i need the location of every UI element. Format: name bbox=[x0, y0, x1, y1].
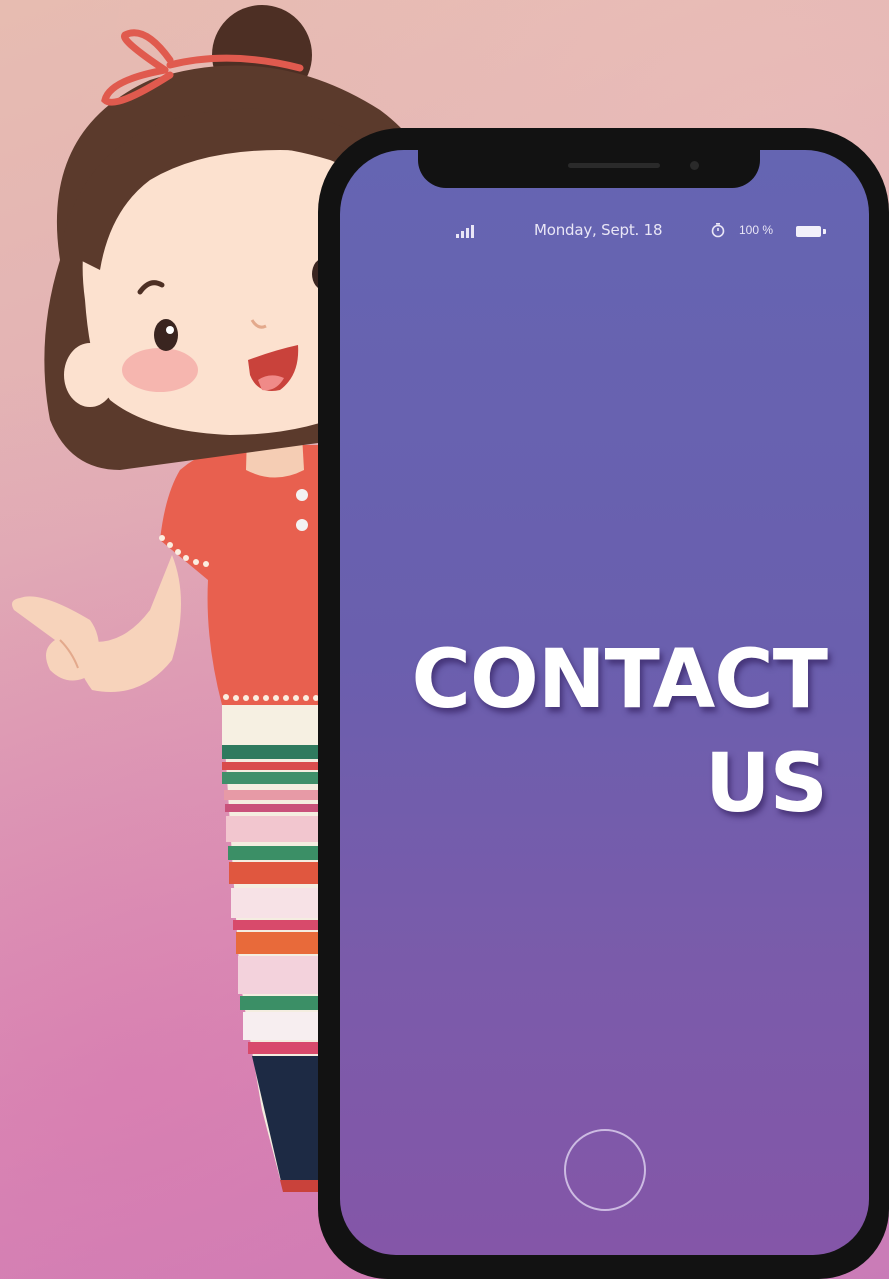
battery-icon bbox=[796, 226, 826, 237]
phone-notch bbox=[418, 150, 760, 188]
phone-screen: Monday, Sept. 18 100 % CONTACT US bbox=[340, 150, 869, 1255]
contact-us-heading: CONTACT US bbox=[411, 628, 828, 836]
status-bar: Monday, Sept. 18 100 % bbox=[340, 221, 869, 252]
smartphone-frame: Monday, Sept. 18 100 % CONTACT US bbox=[318, 128, 889, 1279]
battery-percentage: 100 % bbox=[739, 223, 774, 237]
home-button[interactable] bbox=[564, 1129, 646, 1211]
status-date: Monday, Sept. 18 bbox=[534, 221, 663, 239]
patterned-skirt bbox=[222, 700, 330, 1192]
front-camera bbox=[690, 161, 699, 170]
heading-line-1: CONTACT bbox=[411, 633, 828, 727]
signal-bars-icon bbox=[456, 224, 474, 238]
heading-line-2: US bbox=[704, 737, 828, 831]
speaker-grille bbox=[568, 163, 660, 168]
pointing-hand bbox=[12, 555, 181, 692]
timer-icon bbox=[711, 222, 725, 238]
red-shirt bbox=[159, 444, 330, 705]
